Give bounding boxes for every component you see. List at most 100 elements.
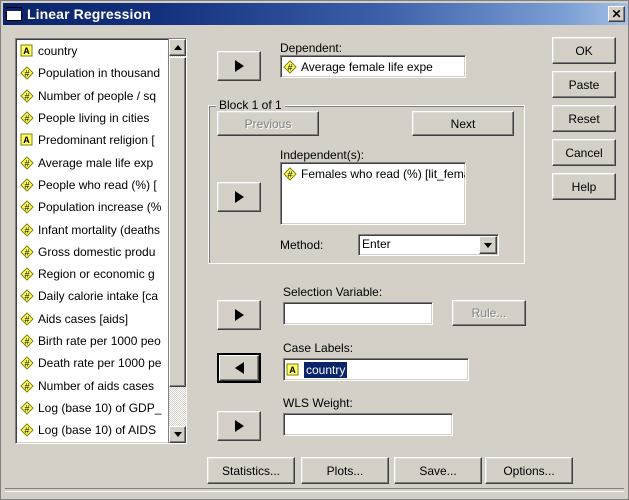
list-item[interactable]: # Region or economic g: [16, 263, 168, 285]
list-item[interactable]: # Log (base 10) of GDP_: [16, 397, 168, 419]
list-item[interactable]: # Death rate per 1000 pe: [16, 352, 168, 374]
close-icon[interactable]: ✕: [608, 6, 625, 22]
numeric-variable-icon: #: [20, 200, 34, 214]
statistics-button[interactable]: Statistics...: [207, 457, 295, 484]
numeric-variable-icon: #: [20, 111, 34, 125]
list-item[interactable]: # Gross domestic produ: [16, 241, 168, 263]
dependent-label: Dependent:: [280, 41, 343, 55]
svg-text:#: #: [287, 62, 292, 72]
next-block-button[interactable]: Next: [412, 111, 514, 136]
numeric-variable-icon: #: [20, 378, 34, 393]
independent-item-label: Females who read (%) [lit_fema: [301, 167, 466, 181]
list-item[interactable]: # Aids cases [aids]: [16, 308, 168, 330]
reset-button[interactable]: Reset: [552, 105, 616, 132]
list-item[interactable]: # Number of aids cases: [16, 374, 168, 396]
svg-text:#: #: [24, 114, 29, 124]
svg-text:#: #: [24, 314, 29, 324]
numeric-variable-icon: #: [20, 66, 34, 81]
list-item-label: People who read (%) [: [38, 177, 157, 192]
svg-text:#: #: [24, 69, 29, 79]
paste-button[interactable]: Paste: [552, 71, 616, 98]
list-item[interactable]: # People living in cities: [16, 107, 168, 129]
numeric-variable-icon: #: [20, 267, 34, 281]
case-labels-field[interactable]: A country: [283, 358, 469, 381]
svg-text:#: #: [24, 225, 29, 235]
cancel-button[interactable]: Cancel: [552, 139, 616, 166]
source-variable-list-items[interactable]: Acountry # Population in thousand # Number o…: [16, 39, 168, 443]
move-to-independents-button[interactable]: [217, 182, 261, 212]
list-item[interactable]: # Population in thousand: [16, 62, 168, 84]
svg-text:#: #: [24, 337, 29, 347]
string-variable-icon: A: [286, 363, 300, 377]
list-item-label: country: [38, 44, 78, 59]
svg-text:#: #: [24, 403, 29, 413]
dependent-value-row: # Average female life expe: [281, 56, 465, 77]
previous-block-button[interactable]: Previous: [217, 111, 319, 136]
dependent-field[interactable]: # Average female life expe: [280, 55, 466, 78]
ok-button[interactable]: OK: [552, 37, 616, 64]
svg-text:#: #: [24, 180, 29, 190]
list-item-label: Log (base 10) of GDP_: [38, 400, 162, 415]
wls-weight-field[interactable]: [283, 413, 453, 436]
svg-text:#: #: [24, 359, 29, 369]
numeric-variable-icon: #: [20, 356, 34, 371]
list-item[interactable]: # Birth rate per 1000 peo: [16, 330, 168, 352]
list-item-label: Gross domestic produ: [38, 244, 156, 259]
numeric-variable-icon: #: [283, 59, 297, 74]
list-item-label: Death rate per 1000 pe: [38, 356, 162, 371]
plots-button[interactable]: Plots...: [301, 457, 389, 484]
wls-weight-label: WLS Weight:: [283, 396, 353, 410]
svg-text:#: #: [24, 203, 29, 213]
list-item[interactable]: # Number of people / sq: [16, 85, 168, 107]
options-button[interactable]: Options...: [485, 457, 573, 484]
scrollbar-thumb[interactable]: [169, 57, 186, 387]
string-variable-icon: A: [20, 133, 34, 147]
variable-list-scrollbar[interactable]: [168, 39, 186, 443]
svg-text:#: #: [287, 170, 292, 180]
block-legend: Block 1 of 1: [216, 98, 285, 112]
list-item[interactable]: Acountry: [16, 40, 168, 62]
window-title: Linear Regression: [27, 6, 151, 22]
list-item[interactable]: # People who read (%) [: [16, 174, 168, 196]
method-dropdown[interactable]: Enter: [358, 234, 499, 256]
scroll-down-icon[interactable]: [169, 426, 186, 443]
svg-text:#: #: [24, 270, 29, 280]
list-item[interactable]: # Population increase (%: [16, 196, 168, 218]
remove-case-label-button[interactable]: [217, 353, 261, 383]
chevron-down-icon[interactable]: [479, 236, 497, 254]
bottom-divider: [5, 488, 624, 492]
list-item-label: Predominant religion [: [38, 133, 155, 148]
svg-text:#: #: [24, 426, 29, 436]
source-variable-list[interactable]: Acountry # Population in thousand # Number o…: [15, 38, 187, 444]
list-item[interactable]: # Average male life exp: [16, 151, 168, 173]
svg-text:#: #: [24, 91, 29, 101]
selection-variable-label: Selection Variable:: [283, 285, 383, 299]
help-button[interactable]: Help: [552, 173, 616, 200]
scroll-up-icon[interactable]: [169, 39, 186, 56]
rule-button[interactable]: Rule...: [452, 300, 526, 326]
save-button[interactable]: Save...: [394, 457, 482, 484]
list-item-label: People living in cities: [38, 111, 150, 126]
window-icon: [6, 7, 22, 21]
arrow-right-icon: [234, 420, 244, 432]
move-to-dependent-button[interactable]: [217, 51, 261, 81]
move-to-wls-weight-button[interactable]: [217, 411, 261, 441]
independent-item[interactable]: # Females who read (%) [lit_fema: [281, 164, 465, 184]
numeric-variable-icon: #: [20, 222, 34, 237]
list-item[interactable]: #Birth to death ratio [b_t: [16, 441, 168, 443]
list-item[interactable]: A Predominant religion [: [16, 129, 168, 151]
method-label: Method:: [280, 238, 324, 252]
arrow-left-icon: [234, 362, 244, 374]
list-item[interactable]: # Infant mortality (deaths: [16, 218, 168, 240]
list-item[interactable]: # Daily calorie intake [ca: [16, 285, 168, 307]
linear-regression-dialog: Linear Regression ✕ Acountry # Population …: [0, 0, 629, 500]
svg-text:#: #: [24, 247, 29, 257]
numeric-variable-icon: #: [20, 245, 34, 259]
selection-variable-field[interactable]: [283, 302, 433, 325]
list-item-label: Population in thousand: [38, 66, 161, 81]
list-item[interactable]: # Log (base 10) of AIDS: [16, 419, 168, 441]
case-labels-value-row: A country: [284, 359, 468, 380]
move-to-selection-variable-button[interactable]: [217, 300, 261, 330]
numeric-variable-icon: #: [20, 401, 34, 415]
independents-list[interactable]: # Females who read (%) [lit_fema: [280, 162, 466, 225]
